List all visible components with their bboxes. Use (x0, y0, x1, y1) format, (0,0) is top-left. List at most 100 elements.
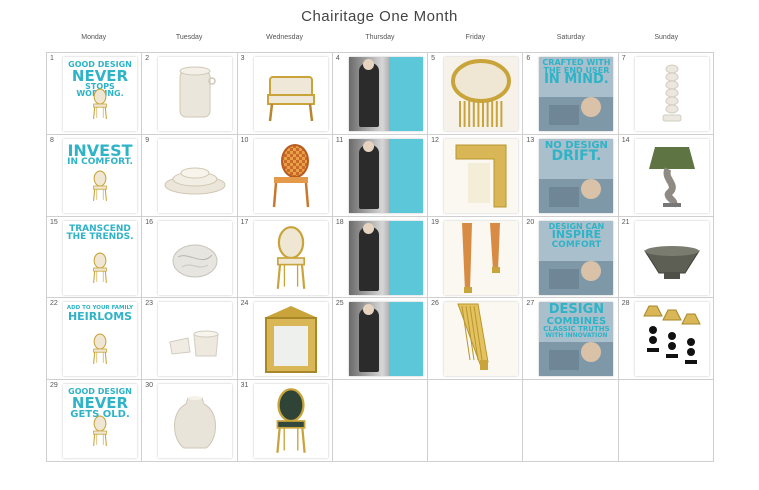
nesting-bowls-icon (158, 139, 232, 213)
product-card[interactable] (253, 384, 328, 459)
product-card[interactable] (634, 302, 709, 377)
photo-quote-card[interactable]: DESIGN COMBINES CLASSIC TRUTHS WITH INNOVAT… (539, 302, 614, 377)
product-card[interactable] (158, 57, 233, 131)
quote-card[interactable]: GOOD DESIGNNEVERSTOPS WORKING. (63, 57, 137, 131)
gold-chair-icon (89, 415, 111, 452)
photo-quote-card[interactable]: CRAFTED WITH THE END USER IN MIND. (539, 57, 614, 131)
ceramic-vase-icon (158, 384, 232, 458)
day-number: 13 (526, 136, 535, 144)
day-number: 30 (145, 382, 154, 390)
quote-line: COMFORT (551, 239, 602, 250)
ceramic-pieces-icon (158, 302, 232, 376)
quote-text: DESIGN CAN INSPIRE COMFORT (539, 222, 613, 250)
gold-chair-icon (89, 88, 111, 125)
product-card[interactable] (444, 138, 519, 213)
day-cell-14[interactable]: 14 (618, 134, 714, 217)
day-cell-30[interactable]: 30 (142, 380, 238, 462)
page-title: Chairitage One Month (301, 8, 458, 25)
day-number: 6 (526, 55, 531, 62)
day-cell-2[interactable]: 2 (142, 53, 238, 135)
product-card[interactable] (253, 302, 328, 377)
product-card[interactable] (158, 384, 233, 459)
product-card[interactable] (634, 57, 709, 131)
day-cell-20[interactable]: 20 DESIGN CAN INSPIRE COMFORT (523, 216, 619, 299)
day-number: 24 (240, 300, 249, 308)
quote-panel (388, 57, 423, 131)
day-cell-17[interactable]: 17 (237, 216, 333, 299)
day-cell-5[interactable]: 5 (428, 53, 524, 135)
day-cell-11[interactable]: 11 (332, 134, 429, 217)
turned-lamp-base-icon (635, 57, 709, 131)
day-number: 14 (621, 136, 630, 144)
quote-card[interactable]: ADD TO YOUR FAMILY HEIRLOMS (63, 302, 137, 377)
quote-text: NO DESIGN DRIFT. (539, 141, 613, 164)
quote-line: WITH INNOVATION (545, 331, 608, 339)
product-card[interactable] (253, 138, 328, 213)
day-cell-7[interactable]: 7 (618, 53, 714, 135)
quote-panel (388, 220, 423, 295)
product-card[interactable] (158, 302, 233, 377)
day-cell-16[interactable]: 16 (142, 216, 238, 299)
quote-panel (388, 302, 423, 377)
day-cell-9[interactable]: 9 (142, 134, 238, 217)
day-cell-3[interactable]: 3 (237, 53, 333, 135)
day-cell-15[interactable]: 15 TRANSCEND THE TRENDS. (47, 216, 143, 299)
quote-card[interactable]: TRANSCEND THE TRENDS. (63, 220, 137, 295)
day-cell-6[interactable]: 6 CRAFTED WITH THE END USER IN MIND. (523, 53, 619, 135)
gilded-mirror-icon (254, 302, 328, 376)
day-cell-18[interactable]: 18 (332, 216, 429, 299)
day-cell-21[interactable]: 21 (618, 216, 714, 299)
day-cell-8[interactable]: 8 INVEST IN COMFORT. (47, 134, 143, 217)
day-cell-29[interactable]: 29 GOOD DESIGN NEVER GETS OLD. (47, 380, 143, 462)
gold-chair-icon (89, 333, 111, 370)
product-card[interactable] (444, 302, 519, 377)
photo-quote-card[interactable]: NO DESIGN DRIFT. (539, 138, 614, 213)
tapered-leg-icon (444, 220, 519, 295)
product-card[interactable] (444, 220, 519, 295)
day-cell-1[interactable]: 1 GOOD DESIGNNEVERSTOPS WORKING. (47, 53, 143, 135)
day-cell-28[interactable]: 28 (618, 298, 714, 381)
product-card[interactable] (158, 220, 233, 295)
day-cell-24[interactable]: 24 (237, 298, 333, 381)
quote-line: THE TRENDS. (66, 232, 134, 243)
quote-line: HEIRLOMS (67, 309, 133, 323)
day-cell-25[interactable]: 25 (332, 298, 429, 381)
designer-portrait-card[interactable] (348, 57, 423, 131)
day-cell-22[interactable]: 22 ADD TO YOUR FAMILY HEIRLOMS (47, 298, 143, 381)
checkered-chair-icon (254, 139, 328, 213)
day-cell-27[interactable]: 27 DESIGN COMBINES CLASSIC TRUTHS WITH INNOV… (523, 298, 619, 381)
armchair-icon (254, 57, 328, 131)
chair-back-detail-icon (444, 57, 519, 131)
empty-cell (428, 380, 524, 462)
quote-text: CRAFTED WITH THE END USER IN MIND. (539, 59, 613, 87)
quote-line: DRIFT. (551, 148, 602, 165)
product-card[interactable] (253, 220, 328, 295)
day-cell-23[interactable]: 23 (142, 298, 238, 381)
product-card[interactable] (444, 57, 519, 131)
day-cell-26[interactable]: 26 (428, 298, 524, 381)
product-card[interactable] (634, 220, 709, 295)
gold-chair-icon (89, 252, 111, 289)
ceramic-jar-icon (158, 57, 232, 131)
empty-cell (332, 380, 429, 462)
quote-line: INVEST (67, 140, 133, 160)
product-card[interactable] (158, 138, 233, 213)
day-cell-4[interactable]: 4 (332, 53, 429, 135)
quote-card[interactable]: GOOD DESIGN NEVER GETS OLD. (63, 384, 137, 459)
photo-quote-card[interactable]: DESIGN CAN INSPIRE COMFORT (539, 220, 614, 295)
designer-portrait-card[interactable] (348, 138, 423, 213)
product-card[interactable] (253, 57, 328, 131)
day-number: 7 (621, 55, 626, 62)
designer-portrait-card[interactable] (348, 220, 423, 295)
table-lamp-icon (635, 139, 709, 213)
quote-card[interactable]: INVEST IN COMFORT. (63, 138, 137, 213)
day-cell-31[interactable]: 31 (237, 380, 333, 462)
product-card[interactable] (634, 138, 709, 213)
designer-portrait-card[interactable] (348, 302, 423, 377)
day-number: 28 (621, 300, 630, 308)
day-cell-19[interactable]: 19 (428, 216, 524, 299)
day-cell-13[interactable]: 13 NO DESIGN DRIFT. (523, 134, 619, 217)
day-cell-12[interactable]: 12 (428, 134, 524, 217)
day-cell-10[interactable]: 10 (237, 134, 333, 217)
quote-line: NEVER (71, 66, 129, 85)
